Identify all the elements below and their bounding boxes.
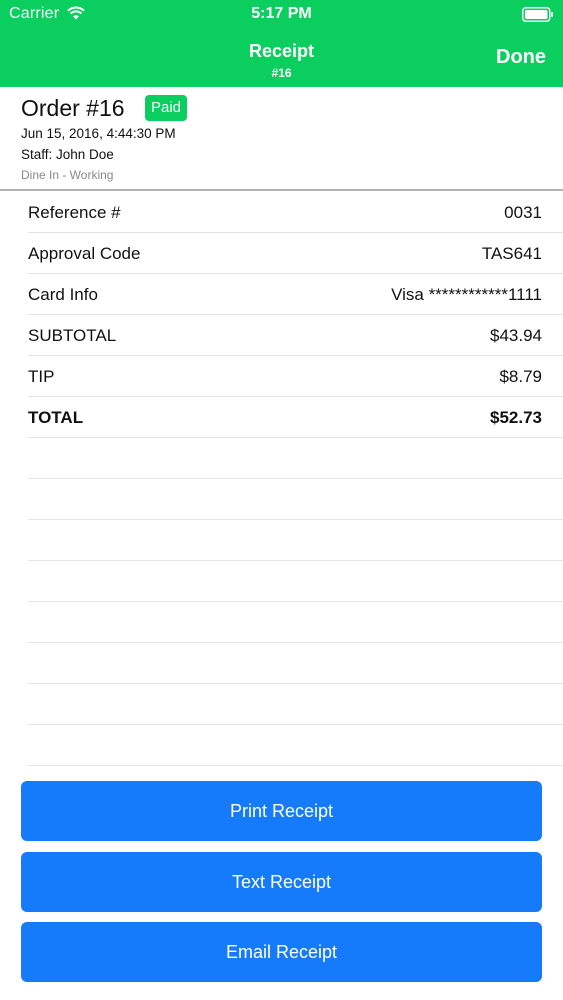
order-staff: Staff: John Doe (21, 147, 114, 162)
detail-row-tip: TIP $8.79 (28, 356, 563, 397)
done-button[interactable]: Done (496, 46, 546, 69)
empty-row (28, 438, 563, 479)
order-date: Jun 15, 2016, 4:44:30 PM (21, 126, 176, 141)
status-badge: Paid (145, 95, 188, 121)
status-time: 5:17 PM (251, 5, 312, 22)
empty-row (28, 561, 563, 602)
empty-row (28, 725, 563, 766)
empty-row (28, 520, 563, 561)
detail-label: Card Info (28, 285, 98, 304)
detail-row-total: TOTAL $52.73 (28, 397, 563, 438)
order-summary: Order #16 Paid Jun 15, 2016, 4:44:30 PM … (0, 87, 563, 191)
email-receipt-button[interactable]: Email Receipt (21, 922, 542, 982)
detail-row-approval-code: Approval Code TAS641 (28, 233, 563, 274)
order-status: Dine In - Working (21, 168, 114, 182)
empty-row (28, 684, 563, 725)
detail-label: TOTAL (28, 408, 84, 427)
empty-row (28, 479, 563, 520)
detail-label: SUBTOTAL (28, 326, 117, 345)
nav-subtitle: #16 (271, 66, 292, 80)
battery-icon (522, 7, 553, 22)
status-bar: Carrier 5:17 PM (0, 0, 563, 30)
detail-label: Approval Code (28, 244, 141, 263)
detail-value: $8.79 (499, 367, 542, 386)
detail-value: Visa ************1111 (391, 285, 542, 304)
nav-title: Receipt (248, 41, 315, 61)
detail-value: $52.73 (490, 408, 542, 427)
detail-value: $43.94 (490, 326, 542, 345)
empty-row (28, 643, 563, 684)
print-receipt-button[interactable]: Print Receipt (21, 781, 542, 841)
receipt-details: Reference # 0031 Approval Code TAS641 Ca… (0, 192, 563, 766)
detail-row-reference: Reference # 0031 (28, 192, 563, 233)
order-title: Order #16 (21, 95, 125, 121)
detail-label: Reference # (28, 203, 121, 222)
text-receipt-button[interactable]: Text Receipt (21, 852, 542, 912)
detail-row-card-info: Card Info Visa ************1111 (28, 274, 563, 315)
detail-label: TIP (28, 367, 55, 386)
empty-row (28, 602, 563, 643)
detail-value: TAS641 (481, 244, 542, 263)
detail-value: 0031 (504, 203, 542, 222)
app-header: Carrier 5:17 PM Receipt #16 Done (0, 0, 563, 87)
detail-row-subtotal: SUBTOTAL $43.94 (28, 315, 563, 356)
